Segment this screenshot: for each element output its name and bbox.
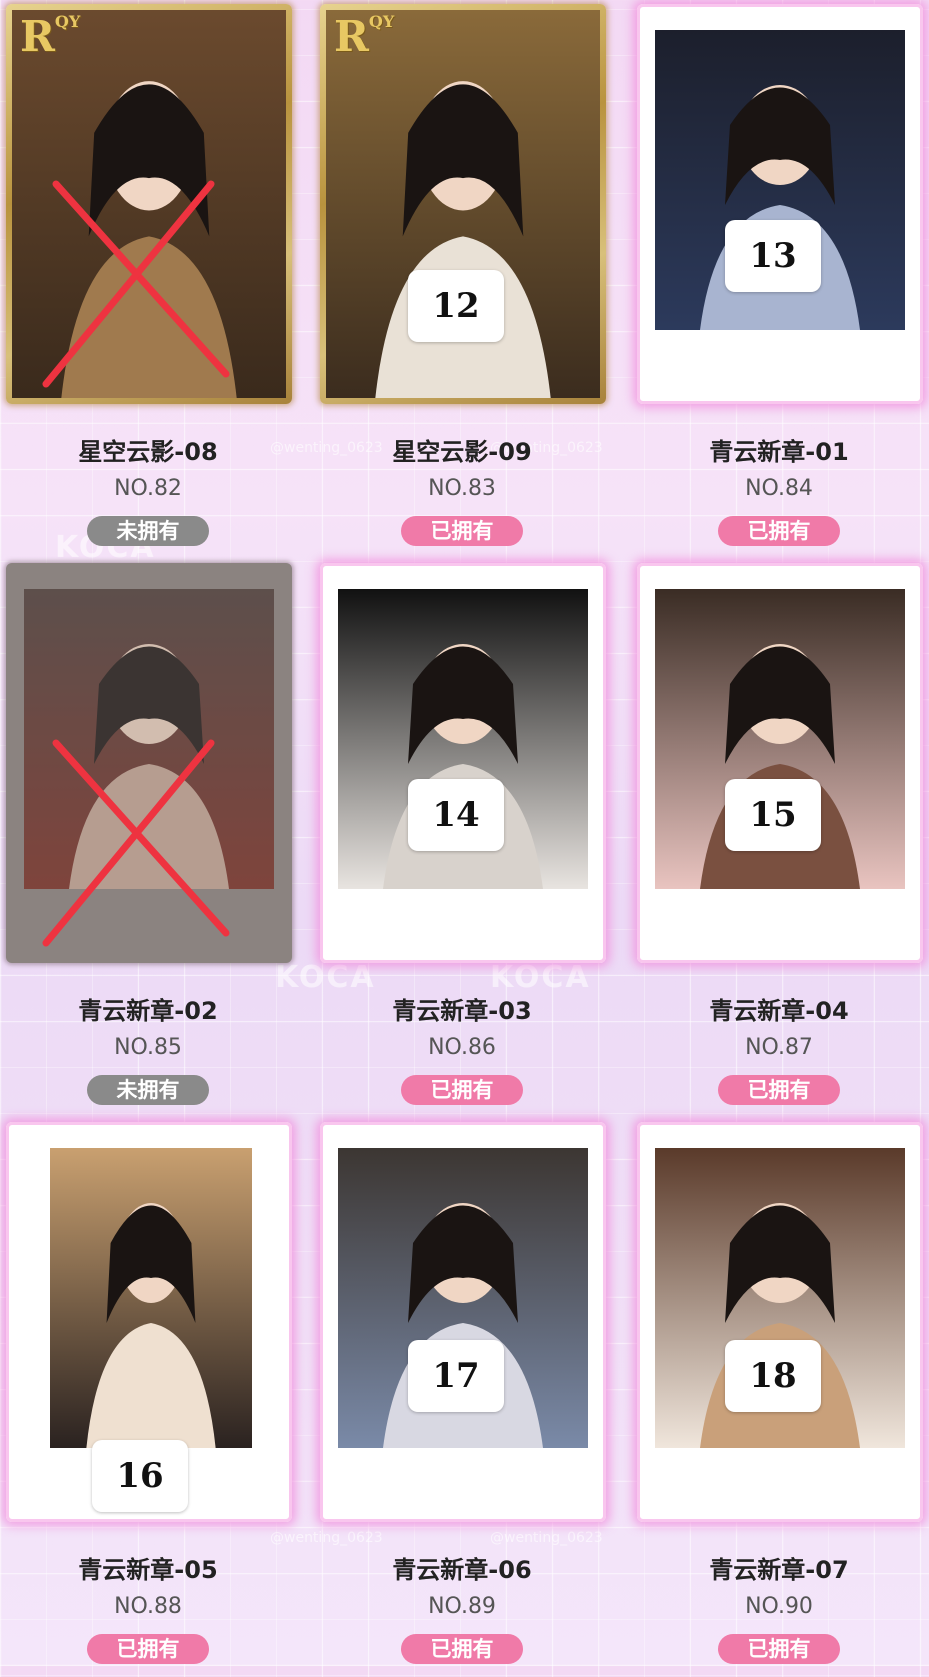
card-number: NO.84 <box>745 476 813 501</box>
card-number-badge: 12 <box>408 270 504 342</box>
card-item[interactable]: RQY 12 星空云影-09 NO.83 已拥有 <box>320 4 620 559</box>
ownership-badge: 已拥有 <box>718 1634 840 1664</box>
card-number: NO.87 <box>745 1035 813 1060</box>
ownership-badge: 已拥有 <box>87 1634 209 1664</box>
card-item[interactable]: 青云新章-02 NO.85 未拥有 <box>6 563 306 1118</box>
card-name: 星空云影-08 <box>78 438 218 466</box>
card-name: 青云新章-07 <box>709 1556 849 1584</box>
card-number-badge: 16 <box>92 1440 188 1512</box>
card-name: 青云新章-05 <box>78 1556 218 1584</box>
card-name: 青云新章-06 <box>392 1556 532 1584</box>
card-number-badge: 14 <box>408 779 504 851</box>
brand-logo: RQY <box>334 12 395 61</box>
card-name: 星空云影-09 <box>392 438 532 466</box>
card-item[interactable]: 17 青云新章-06 NO.89 已拥有 <box>320 1122 620 1677</box>
card-name: 青云新章-03 <box>392 997 532 1025</box>
card-number-badge: 13 <box>725 220 821 292</box>
card-number: NO.85 <box>114 1035 182 1060</box>
card-number: NO.82 <box>114 476 182 501</box>
card-name: 青云新章-04 <box>709 997 849 1025</box>
card-item[interactable]: 16 青云新章-05 NO.88 已拥有 <box>6 1122 306 1677</box>
ownership-badge: 未拥有 <box>87 1075 209 1105</box>
card-number-badge: 15 <box>725 779 821 851</box>
card-item[interactable]: RQY 星空云影-08 NO.82 未拥有 <box>6 4 306 559</box>
card-number: NO.90 <box>745 1594 813 1619</box>
card-number: NO.83 <box>428 476 496 501</box>
card-number: NO.89 <box>428 1594 496 1619</box>
card-item[interactable]: 13 青云新章-01 NO.84 已拥有 <box>637 4 929 559</box>
ownership-badge: 已拥有 <box>718 516 840 546</box>
card-item[interactable]: 15 青云新章-04 NO.87 已拥有 <box>637 563 929 1118</box>
ownership-badge: 已拥有 <box>401 1634 523 1664</box>
brand-logo: RQY <box>20 12 81 61</box>
ownership-badge: 已拥有 <box>401 1075 523 1105</box>
card-number: NO.88 <box>114 1594 182 1619</box>
card-photo <box>50 1148 252 1448</box>
card-item[interactable]: 14 青云新章-03 NO.86 已拥有 <box>320 563 620 1118</box>
card-number: NO.86 <box>428 1035 496 1060</box>
card-photo <box>24 589 274 889</box>
card-item[interactable]: 18 青云新章-07 NO.90 已拥有 <box>637 1122 929 1677</box>
card-number-badge: 18 <box>725 1340 821 1412</box>
ownership-badge: 已拥有 <box>718 1075 840 1105</box>
card-photo <box>12 10 286 398</box>
card-name: 青云新章-02 <box>78 997 218 1025</box>
card-number-badge: 17 <box>408 1340 504 1412</box>
card-name: 青云新章-01 <box>709 438 849 466</box>
ownership-badge: 已拥有 <box>401 516 523 546</box>
ownership-badge: 未拥有 <box>87 516 209 546</box>
